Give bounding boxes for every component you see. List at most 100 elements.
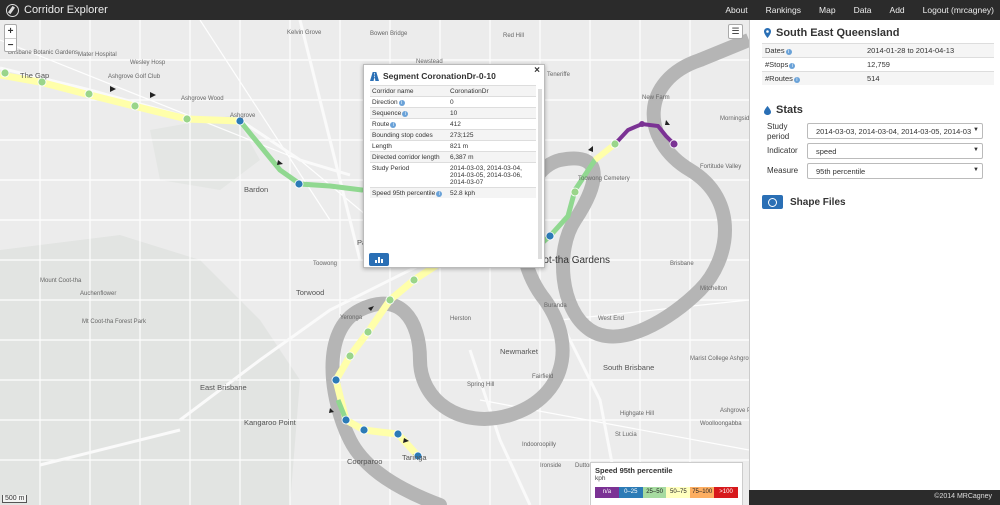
map-marker-icon <box>764 28 771 38</box>
place-label: West End <box>598 316 624 322</box>
place-label: Red Hill <box>503 33 524 39</box>
place-label: Wesley Hosp <box>130 60 166 66</box>
place-label: Morningside <box>720 116 749 122</box>
table-row: Length 821 m <box>370 140 536 152</box>
place-label: Mt Coot-tha Forest Park <box>82 319 147 325</box>
info-icon[interactable]: i <box>436 190 443 197</box>
info-key-text: Dates <box>765 46 785 55</box>
attribute-value: 2014-03-03, 2014-03-04, 2014-03-05, 2014… <box>448 162 536 188</box>
legend-bin: >100 <box>714 487 738 498</box>
place-label: Toowong Cemetery <box>578 176 630 182</box>
nav-logout[interactable]: Logout (mrcagney) <box>923 5 994 15</box>
legend-bin: 50–75 <box>666 487 691 498</box>
side-panel: South East Queensland Dates i 2014-01-28 t… <box>749 20 1000 490</box>
info-icon[interactable]: i <box>398 99 405 106</box>
info-icon[interactable]: i <box>390 121 397 128</box>
place-label: Brisbane <box>670 261 694 267</box>
attribute-key-text: Route <box>372 120 390 128</box>
measure-label: Measure <box>767 166 799 175</box>
popup-scrollbar[interactable] <box>538 89 542 259</box>
study-period-select[interactable]: 2014-03-03, 2014-03-04, 2014-03-05, 2014… <box>807 123 983 139</box>
attribute-value: 10 <box>448 107 536 119</box>
place-label: Newmarket <box>500 347 539 356</box>
shape-files-section[interactable]: Shape Files <box>762 195 846 209</box>
place-label: Ironside <box>540 463 562 469</box>
popup-title: Segment CoronationDr-0-10 <box>364 65 544 85</box>
table-row: #Stops i 12,759 <box>762 57 994 72</box>
table-row: Sequence i 10 <box>370 107 536 119</box>
place-label: Yeronga <box>340 315 363 321</box>
road-icon <box>370 71 379 81</box>
info-value: 12,759 <box>864 57 994 72</box>
info-key-text: #Routes <box>765 74 793 83</box>
table-row: Directed corridor length 6,387 m <box>370 151 536 163</box>
info-key-text: #Stops <box>765 60 789 69</box>
attribute-key: Speed 95th percentile i <box>370 187 448 198</box>
attribute-key: Sequence i <box>370 107 448 119</box>
nav-map[interactable]: Map <box>819 5 836 15</box>
info-icon[interactable]: i <box>793 77 800 83</box>
table-row: Bounding stop codes 273;125 <box>370 129 536 141</box>
legend-bin: n/a <box>595 487 619 498</box>
measure-select[interactable]: 95th percentile ▼ <box>807 163 983 179</box>
place-label: Torwood <box>296 288 324 297</box>
stats-header: Stats <box>764 104 803 116</box>
study-period-label: Study period <box>767 122 790 141</box>
place-label: Toowong <box>313 261 337 267</box>
legend-bin: 75–100 <box>690 487 715 498</box>
nav-rankings[interactable]: Rankings <box>766 5 801 15</box>
place-label: Highgate Hill <box>620 411 654 417</box>
zoom-control: + − <box>4 24 17 52</box>
attribute-key-text: Bounding stop codes <box>372 131 433 139</box>
place-label: Teneriffe <box>547 72 571 78</box>
attribute-key-text: Sequence <box>372 109 402 117</box>
brand-title: Corridor Explorer <box>24 4 108 16</box>
indicator-select[interactable]: speed ▼ <box>807 143 983 159</box>
zoom-in-button[interactable]: + <box>5 25 16 38</box>
attribute-value: 52.8 kph <box>448 187 536 198</box>
legend-bins: n/a 0–25 25–50 50–75 75–100 >100 <box>595 487 738 498</box>
attribute-key: Corridor name <box>370 85 448 97</box>
layers-button[interactable]: ☰ <box>728 24 743 39</box>
indicator-label: Indicator <box>767 146 798 155</box>
place-label: Brisbane Botanic Gardens <box>8 50 78 56</box>
place-label: Coorparoo <box>347 457 382 466</box>
brand[interactable]: Corridor Explorer <box>0 3 108 17</box>
attribute-value: CoronationDr <box>448 85 536 97</box>
place-label: Woolloongabba <box>700 421 742 427</box>
footer: ©2014 MRCagney <box>749 490 1000 505</box>
info-icon[interactable]: i <box>789 63 796 69</box>
indicator-row: Indicator <box>767 146 807 156</box>
place-label: New Farm <box>642 95 670 101</box>
info-icon[interactable]: i <box>785 49 792 55</box>
attribute-key-text: Speed 95th percentile <box>372 189 436 197</box>
nav-add[interactable]: Add <box>890 5 905 15</box>
nav-data[interactable]: Data <box>854 5 872 15</box>
place-label: Bardon <box>244 185 268 194</box>
table-row: Direction i 0 <box>370 96 536 108</box>
chart-button[interactable] <box>369 253 389 266</box>
place-label: Mount Coot-tha <box>40 278 82 284</box>
table-row: Study Period 2014-03-03, 2014-03-04, 2014… <box>370 162 536 188</box>
map-view[interactable]: The Gap Ashgrove Golf Club Ashgrove Ashg… <box>0 20 749 505</box>
attribute-key-text: Directed corridor length <box>372 153 440 161</box>
nav-about[interactable]: About <box>725 5 747 15</box>
place-label: Spring Hill <box>467 382 494 388</box>
tint-icon <box>764 105 771 115</box>
place-label: Ashgrove <box>230 113 256 119</box>
attribute-key: Bounding stop codes <box>370 129 448 141</box>
info-key: Dates i <box>762 43 864 58</box>
info-icon[interactable]: i <box>402 110 409 117</box>
segment-attributes-table: Corridor name CoronationDr Direction i 0 Sequ… <box>370 85 536 198</box>
download-icon[interactable] <box>762 195 783 209</box>
place-label: Taringa <box>402 453 427 462</box>
info-value: 514 <box>864 71 994 85</box>
popup-close-button[interactable]: × <box>534 65 540 76</box>
info-value: 2014-01-28 to 2014-04-13 <box>864 43 994 58</box>
place-label: Indooroopilly <box>522 442 556 448</box>
zoom-out-button[interactable]: − <box>5 38 16 51</box>
measure-value: 95th percentile <box>816 167 866 176</box>
study-period-row: Study period <box>767 122 807 142</box>
place-label: Kangaroo Point <box>244 418 297 427</box>
scale-bar: 500 m <box>2 495 28 503</box>
